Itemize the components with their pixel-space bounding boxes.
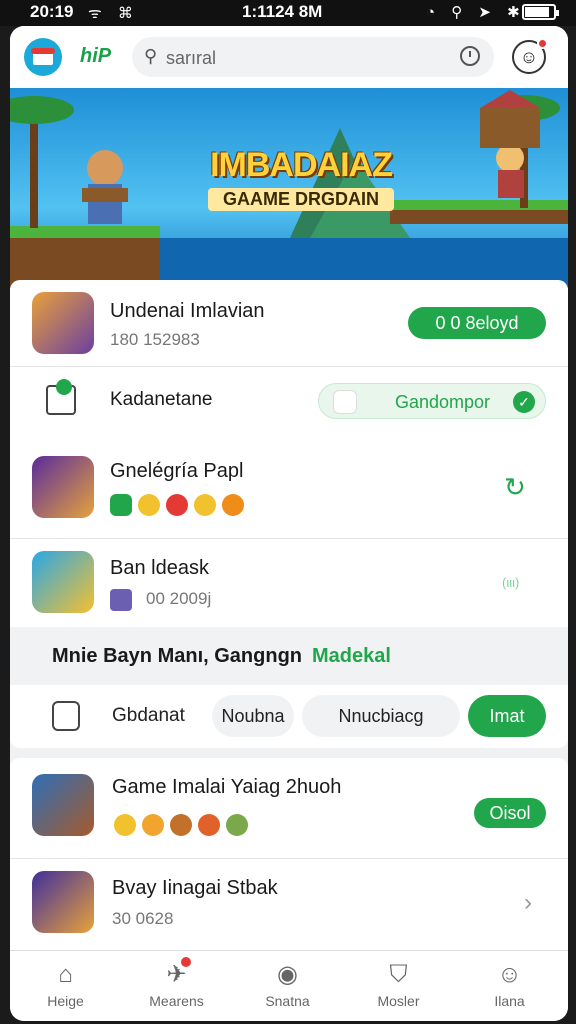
- tab-label: Ilana: [494, 993, 525, 1009]
- install-button[interactable]: Imat: [468, 695, 546, 737]
- tab-label: Heige: [47, 993, 84, 1009]
- dice-icon: [333, 390, 357, 414]
- game-icon: [32, 292, 94, 354]
- list-item[interactable]: Bvay Iinagai Stbak 30 0628 ›: [10, 859, 568, 951]
- game-title: Ban ldeask: [110, 557, 209, 579]
- tab-home[interactable]: ⌂ Heige: [10, 951, 121, 1021]
- search-icon: ⚲: [144, 46, 158, 66]
- check-icon: ✓: [513, 391, 535, 413]
- action-label: Gbdanat: [112, 705, 185, 726]
- toggle-label: Gandompor: [395, 392, 491, 412]
- home-icon: ⌂: [58, 961, 73, 988]
- list-item[interactable]: Undenai Imlavian 180 152983 0 0 8eloyd: [10, 280, 568, 366]
- promo-banner[interactable]: IMBADAIAZ GAAME DRGDAIN 00690: [10, 88, 568, 288]
- status-time: 20:19: [30, 2, 74, 21]
- status-icon: (ιιι): [502, 575, 520, 590]
- reward-badges: [110, 494, 250, 521]
- brand-label: hiP: [80, 45, 112, 67]
- smiley-icon: ☺: [519, 47, 539, 67]
- status-center-text: 1:1124 8M: [242, 2, 323, 21]
- tab-label: Mosler: [377, 993, 420, 1009]
- chat-icon: ◉: [277, 961, 298, 988]
- app-window: hiP ⚲ sarıral ☺ IMBADAIAZ GAAME DRGDAIN …: [10, 26, 568, 1021]
- notification-dot: [181, 957, 191, 967]
- game-icon: [32, 774, 94, 836]
- game-title: Gnelégría Papl: [110, 460, 244, 482]
- game-icon: [32, 551, 94, 613]
- open-button[interactable]: Oisol: [474, 798, 546, 828]
- reward-badges: [114, 814, 254, 841]
- mode-toggle[interactable]: Gandompor ✓: [318, 383, 546, 419]
- game-icon: [32, 456, 94, 518]
- lock-icon: [52, 701, 80, 731]
- chevron-right-icon[interactable]: ›: [524, 889, 532, 917]
- games-card: Gnelégría Papl ↻ Ban ldeask 00 2009j (ιι…: [10, 438, 568, 748]
- row-label: Kadanetane: [110, 389, 213, 410]
- get-button[interactable]: 0 0 8eloyd: [408, 307, 546, 339]
- game-subtitle: 180 152983: [110, 330, 200, 349]
- chip-button[interactable]: Nnucbiacg: [302, 695, 460, 737]
- featured-card: Undenai Imlavian 180 152983 0 0 8eloyd K…: [10, 280, 568, 456]
- bag-icon: ⛉: [389, 961, 408, 988]
- bird-icon: ✈: [166, 961, 187, 988]
- tab-store[interactable]: ⛉ Mosler: [343, 951, 454, 1021]
- promo-highlight[interactable]: Madekal: [312, 645, 391, 668]
- list-item[interactable]: Ban ldeask 00 2009j (ιιι): [10, 539, 568, 627]
- game-title: Undenai Imlavian: [110, 300, 265, 322]
- game-subtitle: 30 0628: [112, 909, 174, 928]
- recommended-card: Game Imalai Yaiag 2huoh Oisol Bvay Iinag…: [10, 758, 568, 976]
- search-bar[interactable]: ⚲ sarıral: [132, 37, 494, 77]
- banner-subtitle: GAAME DRGDAIN: [208, 188, 394, 211]
- promo-strip: Mnie Bayn Manı, Gangngn Madekal: [10, 627, 568, 685]
- promo-text: Mnie Bayn Manı, Gangngn: [52, 645, 303, 667]
- status-right-icons: ◔ ⚲ ➤ ✱: [426, 4, 526, 21]
- refresh-icon[interactable]: ↻: [504, 472, 526, 503]
- app-logo-icon[interactable]: [24, 38, 62, 76]
- voice-search-icon[interactable]: [460, 46, 480, 66]
- tab-messages[interactable]: ✈ Mearens: [121, 951, 232, 1021]
- user-icon: ☺: [497, 961, 522, 988]
- game-title: Game Imalai Yaiag 2huoh: [112, 776, 342, 798]
- notification-dot: [537, 38, 548, 49]
- tab-profile[interactable]: ☺ Ilana: [454, 951, 565, 1021]
- bottom-tab-bar: ⌂ Heige ✈ Mearens ◉ Snatna ⛉ Mosler ☺ Il…: [10, 950, 568, 1021]
- profile-avatar[interactable]: ☺: [512, 38, 548, 74]
- chip-button[interactable]: Noubna: [212, 695, 294, 737]
- list-item[interactable]: Game Imalai Yaiag 2huoh Oisol: [10, 758, 568, 858]
- envelope-icon: [46, 379, 76, 415]
- list-item[interactable]: Gnelégría Papl ↻: [10, 438, 568, 538]
- tab-label: Mearens: [149, 993, 204, 1009]
- status-bar: 20:19 ᯤ ⌘ 1:1124 8M ◔ ⚲ ➤ ✱: [0, 0, 576, 26]
- mini-icon: [110, 589, 132, 611]
- status-left-icons: ᯤ ⌘: [88, 5, 139, 22]
- game-subtitle: 00 2009j: [146, 589, 212, 608]
- game-icon: [32, 871, 94, 933]
- action-row: Gbdanat Noubna Nnucbiacg Imat: [10, 685, 568, 748]
- tab-label: Snatna: [265, 993, 310, 1009]
- banner-title: IMBADAIAZ: [210, 146, 393, 184]
- battery-icon: [522, 4, 559, 20]
- game-title: Bvay Iinagai Stbak: [112, 877, 278, 899]
- search-input[interactable]: sarıral: [166, 48, 216, 69]
- tab-chat[interactable]: ◉ Snatna: [232, 951, 343, 1021]
- battery-fill: [525, 7, 549, 17]
- top-header: hiP ⚲ sarıral ☺: [10, 26, 568, 88]
